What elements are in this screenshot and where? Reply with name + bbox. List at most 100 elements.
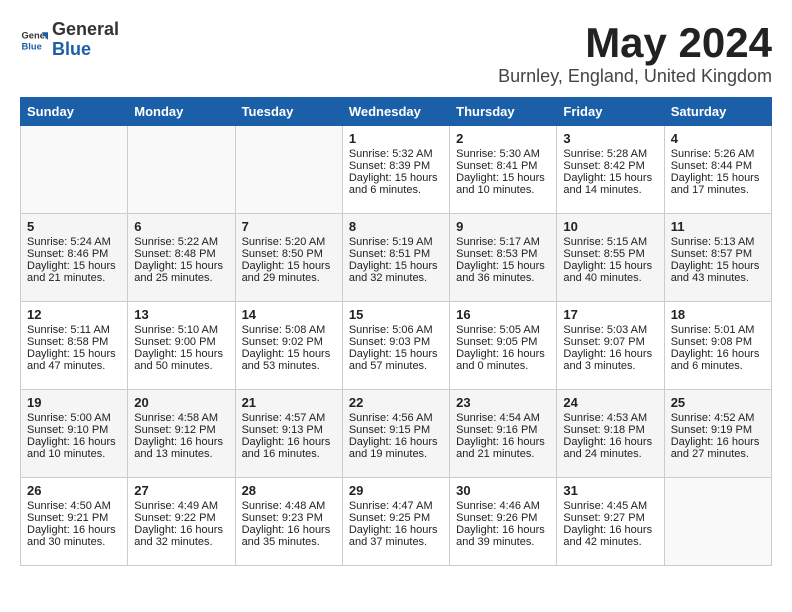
cell-info: Sunset: 9:07 PM (563, 336, 657, 348)
cell-info: Sunset: 8:39 PM (349, 160, 443, 172)
cell-info: and 14 minutes. (563, 184, 657, 196)
cell-info: and 27 minutes. (671, 448, 765, 460)
day-number: 17 (563, 307, 657, 322)
calendar-subtitle: Burnley, England, United Kingdom (498, 66, 772, 87)
calendar-cell: 24Sunrise: 4:53 AMSunset: 9:18 PMDayligh… (557, 390, 664, 478)
cell-info: Sunrise: 5:24 AM (27, 236, 121, 248)
cell-info: and 32 minutes. (349, 272, 443, 284)
cell-info: and 3 minutes. (563, 360, 657, 372)
calendar-cell: 29Sunrise: 4:47 AMSunset: 9:25 PMDayligh… (342, 478, 449, 566)
cell-info: Sunrise: 5:00 AM (27, 412, 121, 424)
day-number: 16 (456, 307, 550, 322)
cell-info: and 53 minutes. (242, 360, 336, 372)
cell-info: Sunset: 9:13 PM (242, 424, 336, 436)
cell-info: and 24 minutes. (563, 448, 657, 460)
cell-info: Sunrise: 5:20 AM (242, 236, 336, 248)
calendar-title: May 2024 (498, 20, 772, 66)
logo-blue-text: Blue (52, 40, 119, 60)
col-tuesday: Tuesday (235, 98, 342, 126)
title-section: May 2024 Burnley, England, United Kingdo… (498, 20, 772, 87)
cell-info: Sunrise: 5:19 AM (349, 236, 443, 248)
calendar-cell: 15Sunrise: 5:06 AMSunset: 9:03 PMDayligh… (342, 302, 449, 390)
svg-text:General: General (22, 30, 48, 40)
calendar-cell: 7Sunrise: 5:20 AMSunset: 8:50 PMDaylight… (235, 214, 342, 302)
cell-info: and 29 minutes. (242, 272, 336, 284)
day-number: 2 (456, 131, 550, 146)
calendar-cell (235, 126, 342, 214)
calendar-cell: 25Sunrise: 4:52 AMSunset: 9:19 PMDayligh… (664, 390, 771, 478)
logo-icon: General Blue (20, 26, 48, 54)
cell-info: Daylight: 16 hours (242, 436, 336, 448)
calendar-cell (664, 478, 771, 566)
calendar-cell: 12Sunrise: 5:11 AMSunset: 8:58 PMDayligh… (21, 302, 128, 390)
calendar-cell: 9Sunrise: 5:17 AMSunset: 8:53 PMDaylight… (450, 214, 557, 302)
cell-info: Sunset: 8:50 PM (242, 248, 336, 260)
cell-info: Daylight: 15 hours (349, 348, 443, 360)
cell-info: Sunset: 9:03 PM (349, 336, 443, 348)
svg-text:Blue: Blue (22, 41, 42, 51)
calendar-cell: 4Sunrise: 5:26 AMSunset: 8:44 PMDaylight… (664, 126, 771, 214)
cell-info: Sunrise: 5:17 AM (456, 236, 550, 248)
cell-info: Sunset: 9:21 PM (27, 512, 121, 524)
cell-info: Daylight: 16 hours (349, 524, 443, 536)
cell-info: and 40 minutes. (563, 272, 657, 284)
cell-info: and 32 minutes. (134, 536, 228, 548)
day-number: 15 (349, 307, 443, 322)
cell-info: Sunset: 9:19 PM (671, 424, 765, 436)
cell-info: Sunset: 8:48 PM (134, 248, 228, 260)
cell-info: Daylight: 15 hours (349, 260, 443, 272)
day-number: 28 (242, 483, 336, 498)
day-number: 24 (563, 395, 657, 410)
calendar-cell: 22Sunrise: 4:56 AMSunset: 9:15 PMDayligh… (342, 390, 449, 478)
cell-info: Sunrise: 4:50 AM (27, 500, 121, 512)
calendar-week-row: 5Sunrise: 5:24 AMSunset: 8:46 PMDaylight… (21, 214, 772, 302)
calendar-cell: 28Sunrise: 4:48 AMSunset: 9:23 PMDayligh… (235, 478, 342, 566)
calendar-cell: 16Sunrise: 5:05 AMSunset: 9:05 PMDayligh… (450, 302, 557, 390)
cell-info: Daylight: 15 hours (671, 172, 765, 184)
cell-info: Sunrise: 4:57 AM (242, 412, 336, 424)
cell-info: and 37 minutes. (349, 536, 443, 548)
calendar-week-row: 26Sunrise: 4:50 AMSunset: 9:21 PMDayligh… (21, 478, 772, 566)
day-number: 20 (134, 395, 228, 410)
cell-info: Daylight: 15 hours (242, 348, 336, 360)
cell-info: Daylight: 16 hours (671, 436, 765, 448)
cell-info: Sunrise: 5:03 AM (563, 324, 657, 336)
cell-info: Sunset: 9:00 PM (134, 336, 228, 348)
calendar-cell: 31Sunrise: 4:45 AMSunset: 9:27 PMDayligh… (557, 478, 664, 566)
cell-info: Sunrise: 4:58 AM (134, 412, 228, 424)
cell-info: and 30 minutes. (27, 536, 121, 548)
calendar-cell: 1Sunrise: 5:32 AMSunset: 8:39 PMDaylight… (342, 126, 449, 214)
cell-info: Daylight: 15 hours (134, 260, 228, 272)
col-friday: Friday (557, 98, 664, 126)
calendar-cell: 27Sunrise: 4:49 AMSunset: 9:22 PMDayligh… (128, 478, 235, 566)
cell-info: and 13 minutes. (134, 448, 228, 460)
cell-info: Sunrise: 5:05 AM (456, 324, 550, 336)
calendar-week-row: 12Sunrise: 5:11 AMSunset: 8:58 PMDayligh… (21, 302, 772, 390)
col-wednesday: Wednesday (342, 98, 449, 126)
cell-info: and 25 minutes. (134, 272, 228, 284)
day-number: 11 (671, 219, 765, 234)
day-number: 1 (349, 131, 443, 146)
cell-info: Sunrise: 5:15 AM (563, 236, 657, 248)
calendar-cell: 10Sunrise: 5:15 AMSunset: 8:55 PMDayligh… (557, 214, 664, 302)
cell-info: Daylight: 16 hours (456, 436, 550, 448)
calendar-cell: 11Sunrise: 5:13 AMSunset: 8:57 PMDayligh… (664, 214, 771, 302)
day-number: 5 (27, 219, 121, 234)
cell-info: Sunset: 9:12 PM (134, 424, 228, 436)
logo-general-text: General (52, 20, 119, 40)
cell-info: Sunrise: 5:30 AM (456, 148, 550, 160)
cell-info: and 36 minutes. (456, 272, 550, 284)
calendar-cell: 2Sunrise: 5:30 AMSunset: 8:41 PMDaylight… (450, 126, 557, 214)
cell-info: and 47 minutes. (27, 360, 121, 372)
cell-info: and 57 minutes. (349, 360, 443, 372)
cell-info: Sunset: 9:08 PM (671, 336, 765, 348)
day-number: 23 (456, 395, 550, 410)
cell-info: and 35 minutes. (242, 536, 336, 548)
cell-info: Daylight: 16 hours (671, 348, 765, 360)
cell-info: and 19 minutes. (349, 448, 443, 460)
cell-info: Sunset: 8:51 PM (349, 248, 443, 260)
calendar-cell: 18Sunrise: 5:01 AMSunset: 9:08 PMDayligh… (664, 302, 771, 390)
cell-info: Daylight: 15 hours (671, 260, 765, 272)
cell-info: and 6 minutes. (671, 360, 765, 372)
calendar-header-row: Sunday Monday Tuesday Wednesday Thursday… (21, 98, 772, 126)
